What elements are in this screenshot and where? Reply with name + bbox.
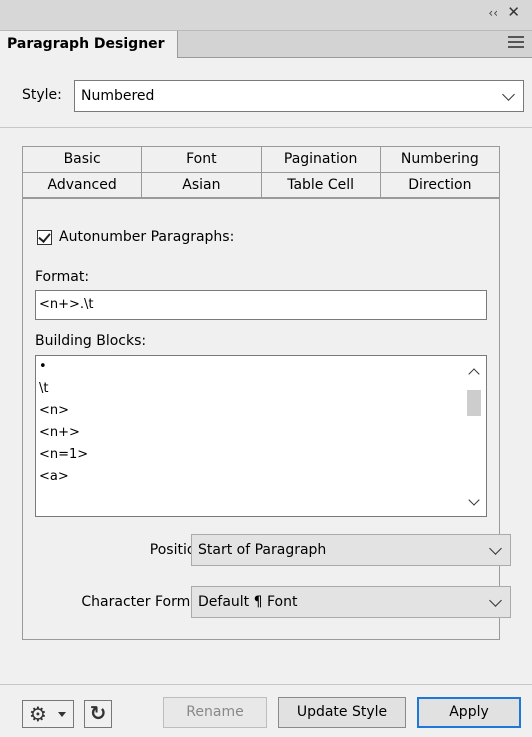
- style-label: Style:: [22, 87, 62, 103]
- tab-basic[interactable]: Basic: [22, 146, 143, 172]
- divider: [0, 127, 532, 128]
- scroll-down-icon[interactable]: [468, 494, 480, 506]
- position-select[interactable]: Start of Paragraph: [191, 534, 511, 566]
- tab-numbering[interactable]: Numbering: [380, 146, 500, 172]
- list-item[interactable]: <n+>: [36, 422, 486, 444]
- hamburger-menu-icon[interactable]: [508, 36, 524, 50]
- tab-pagination[interactable]: Pagination: [261, 146, 381, 172]
- update-style-button[interactable]: Update Style: [278, 697, 406, 728]
- chevron-down-icon: [489, 542, 502, 555]
- panel-tabstrip: Paragraph Designer: [0, 31, 532, 58]
- character-format-select[interactable]: Default ¶ Font: [191, 586, 511, 618]
- character-format-label: Character Format:: [81, 594, 209, 610]
- list-item[interactable]: <a>: [36, 466, 486, 488]
- rename-button[interactable]: Rename: [163, 697, 267, 728]
- building-blocks-scrollbar[interactable]: [462, 356, 486, 516]
- tab-advanced[interactable]: Advanced: [22, 172, 143, 198]
- building-blocks-list[interactable]: • \t <n> <n+> <n=1> <a>: [35, 355, 487, 517]
- format-label: Format:: [35, 269, 90, 285]
- list-item[interactable]: •: [36, 356, 486, 378]
- list-item[interactable]: \t: [36, 378, 486, 400]
- collapse-icon[interactable]: ‹‹: [488, 6, 498, 20]
- autonumber-label[interactable]: Autonumber Paragraphs:: [59, 229, 234, 245]
- refresh-button[interactable]: ↻: [84, 700, 112, 728]
- style-select-value: Numbered: [81, 88, 155, 104]
- character-format-value: Default ¶ Font: [198, 594, 298, 610]
- gear-icon: ⚙: [29, 702, 47, 726]
- list-item[interactable]: <n>: [36, 400, 486, 422]
- chevron-down-icon: [489, 594, 502, 607]
- format-input[interactable]: <n+>.\t: [35, 290, 487, 320]
- settings-menu-button[interactable]: ⚙: [22, 700, 74, 728]
- building-blocks-label: Building Blocks:: [35, 333, 147, 349]
- checkmark-icon: [38, 230, 51, 243]
- position-select-value: Start of Paragraph: [198, 542, 327, 558]
- numbering-tab-content: Autonumber Paragraphs: Format: <n+>.\t B…: [22, 198, 511, 640]
- tab-direction[interactable]: Direction: [380, 172, 500, 198]
- tab-table-cell[interactable]: Table Cell: [261, 172, 381, 198]
- panel-titlebar: ‹‹ ✕: [0, 0, 532, 31]
- style-select[interactable]: Numbered: [74, 80, 524, 112]
- tab-asian[interactable]: Asian: [142, 172, 262, 198]
- refresh-icon: ↻: [89, 701, 107, 725]
- tab-font[interactable]: Font: [142, 146, 262, 172]
- list-item[interactable]: <n=1>: [36, 444, 486, 466]
- scroll-thumb[interactable]: [467, 390, 481, 416]
- chevron-down-icon: [502, 88, 515, 101]
- footer-divider: [0, 684, 532, 685]
- close-icon[interactable]: ✕: [507, 3, 520, 21]
- scroll-up-icon[interactable]: [468, 368, 480, 380]
- autonumber-checkbox[interactable]: [37, 230, 52, 245]
- panel-tab-paragraph-designer[interactable]: Paragraph Designer: [0, 31, 178, 58]
- property-tabs: Basic Font Pagination Numbering Advanced…: [22, 146, 500, 198]
- caret-down-icon: [58, 712, 66, 717]
- apply-button[interactable]: Apply: [417, 697, 521, 728]
